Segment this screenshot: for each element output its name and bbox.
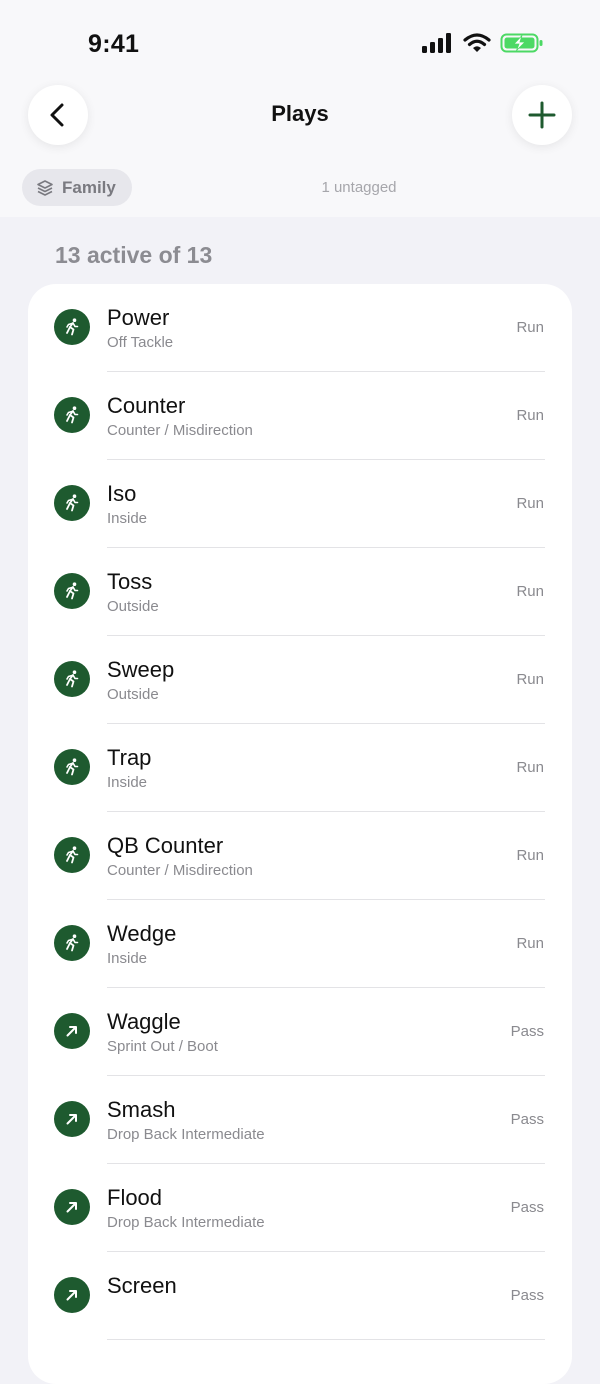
play-row[interactable]: Toss Outside Run [28,548,572,636]
play-type-badge [54,1101,90,1137]
play-row[interactable]: Sweep Outside Run [28,636,572,724]
play-subtitle: Outside [107,686,159,703]
play-row[interactable]: Smash Drop Back Intermediate Pass [28,1076,572,1164]
play-type: Run [516,847,544,864]
header-area: 9:41 Plays Family 1 untagged [0,0,600,217]
arrow-up-right-icon [66,1290,77,1301]
play-type-badge [54,925,90,961]
play-name: Trap [107,745,152,770]
status-time: 9:41 [88,30,140,58]
plays-list: Power Off Tackle Run Counter Counter / Misdi… [28,284,572,1384]
running-person-icon [66,934,79,952]
play-row[interactable]: Iso Inside Run [28,460,572,548]
battery-charging-icon [500,33,543,53]
plus-icon [528,101,556,129]
play-type: Pass [510,1287,544,1304]
play-name: Counter [107,393,186,418]
active-count-label: 13 active of 13 [55,242,213,268]
play-row[interactable]: Wedge Inside Run [28,900,572,988]
play-type: Run [516,407,544,424]
play-subtitle: Inside [107,774,148,791]
play-row[interactable]: Screen Pass [28,1252,572,1340]
play-row[interactable]: Counter Counter / Misdirection Run [28,372,572,460]
play-row[interactable]: Power Off Tackle Run [28,284,572,372]
play-name: Power [107,305,170,330]
play-row[interactable]: Flood Drop Back Intermediate Pass [28,1164,572,1252]
add-play-button[interactable] [512,85,572,145]
play-subtitle: Counter / Misdirection [107,422,253,439]
play-subtitle: Outside [107,598,159,615]
play-subtitle: Drop Back Intermediate [107,1126,265,1143]
running-person-icon [66,846,79,864]
play-type: Pass [510,1023,544,1040]
play-type: Pass [510,1199,544,1216]
play-row[interactable]: QB Counter Counter / Misdirection Run [28,812,572,900]
play-type: Pass [510,1111,544,1128]
play-subtitle: Sprint Out / Boot [107,1038,218,1055]
play-name: Iso [107,481,137,506]
status-icons [422,32,544,54]
untagged-count[interactable]: 1 untagged [0,179,600,196]
running-person-icon [66,494,79,512]
signal-icon [422,33,451,53]
running-person-icon [66,582,79,600]
arrow-up-right-icon [66,1114,77,1125]
play-subtitle: Counter / Misdirection [107,862,253,879]
play-subtitle: Inside [107,950,148,967]
play-name: Flood [107,1185,163,1210]
play-type: Run [516,495,544,512]
arrow-up-right-icon [66,1026,77,1037]
page-title: Plays [271,101,329,126]
running-person-icon [66,318,79,336]
running-person-icon [66,406,79,424]
wifi-icon [463,33,491,52]
play-name: Smash [107,1097,176,1122]
play-type-badge [54,661,90,697]
play-name: Sweep [107,657,175,682]
play-type-badge [54,485,90,521]
play-type-badge [54,1189,90,1225]
play-subtitle: Drop Back Intermediate [107,1214,265,1231]
play-type: Run [516,583,544,600]
play-type: Run [516,671,544,688]
running-person-icon [66,758,79,776]
play-type-badge [54,573,90,609]
play-name: QB Counter [107,833,224,858]
arrow-up-right-icon [66,1202,77,1213]
play-subtitle: Inside [107,510,148,527]
play-name: Waggle [107,1009,181,1034]
running-person-icon [66,670,79,688]
play-name: Toss [107,569,153,594]
play-type-badge [54,1013,90,1049]
play-name: Screen [107,1273,177,1298]
play-type-badge [54,1277,90,1313]
play-type-badge [54,309,90,345]
row-divider [107,1339,545,1340]
play-row[interactable]: Trap Inside Run [28,724,572,812]
play-row[interactable]: Waggle Sprint Out / Boot Pass [28,988,572,1076]
play-type: Run [516,319,544,336]
play-type: Run [516,759,544,776]
play-type-badge [54,837,90,873]
play-type-badge [54,397,90,433]
play-subtitle: Off Tackle [107,334,174,351]
play-name: Wedge [107,921,177,946]
play-type-badge [54,749,90,785]
play-type: Run [516,935,544,952]
